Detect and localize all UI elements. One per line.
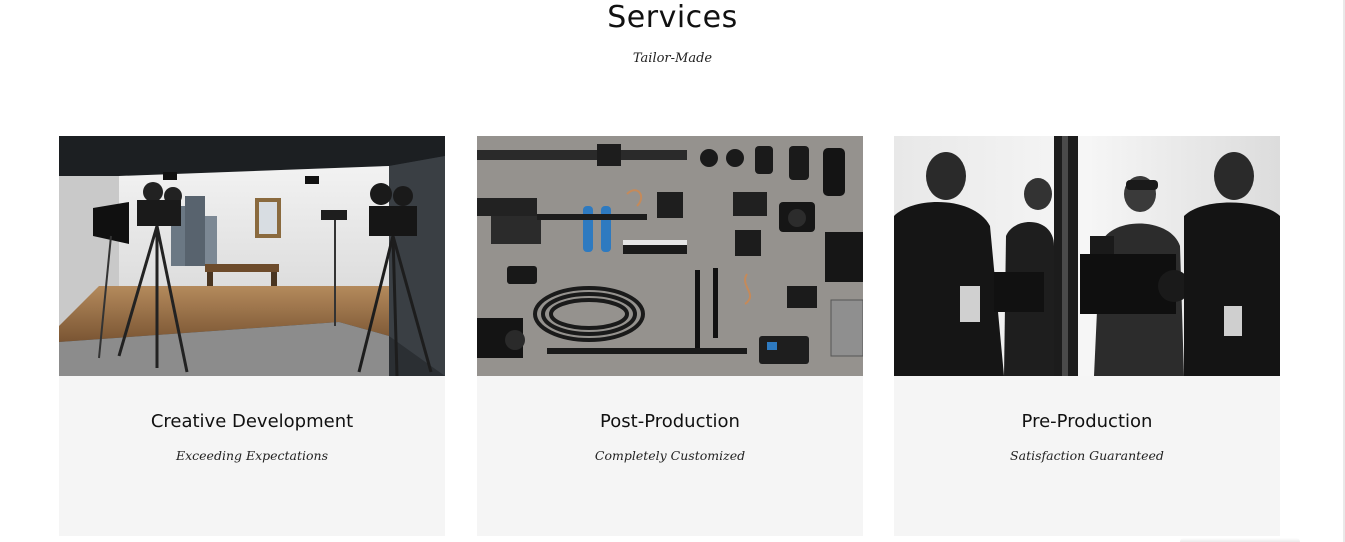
camera-gear-flatlay-photo — [477, 136, 863, 376]
film-studio-photo — [59, 136, 445, 376]
service-card-creative-development[interactable]: Creative Development Exceeding Expectati… — [59, 136, 445, 536]
floating-widget-edge — [1180, 538, 1300, 542]
page-title: Services — [607, 0, 738, 35]
card-subtitle: Completely Customized — [594, 448, 746, 463]
card-title: Post-Production — [600, 411, 740, 432]
camera-operator-bw-photo — [894, 136, 1280, 376]
service-card-post-production[interactable]: Post-Production Completely Customized — [477, 136, 863, 536]
card-title: Creative Development — [150, 411, 354, 432]
card-subtitle: Exceeding Expectations — [175, 448, 329, 463]
service-card-pre-production[interactable]: Pre-Production Satisfaction Guaranteed — [894, 136, 1280, 536]
card-subtitle: Satisfaction Guaranteed — [1010, 448, 1164, 463]
page-subtitle: Tailor-Made — [632, 51, 713, 66]
card-title: Pre-Production — [1021, 411, 1153, 432]
